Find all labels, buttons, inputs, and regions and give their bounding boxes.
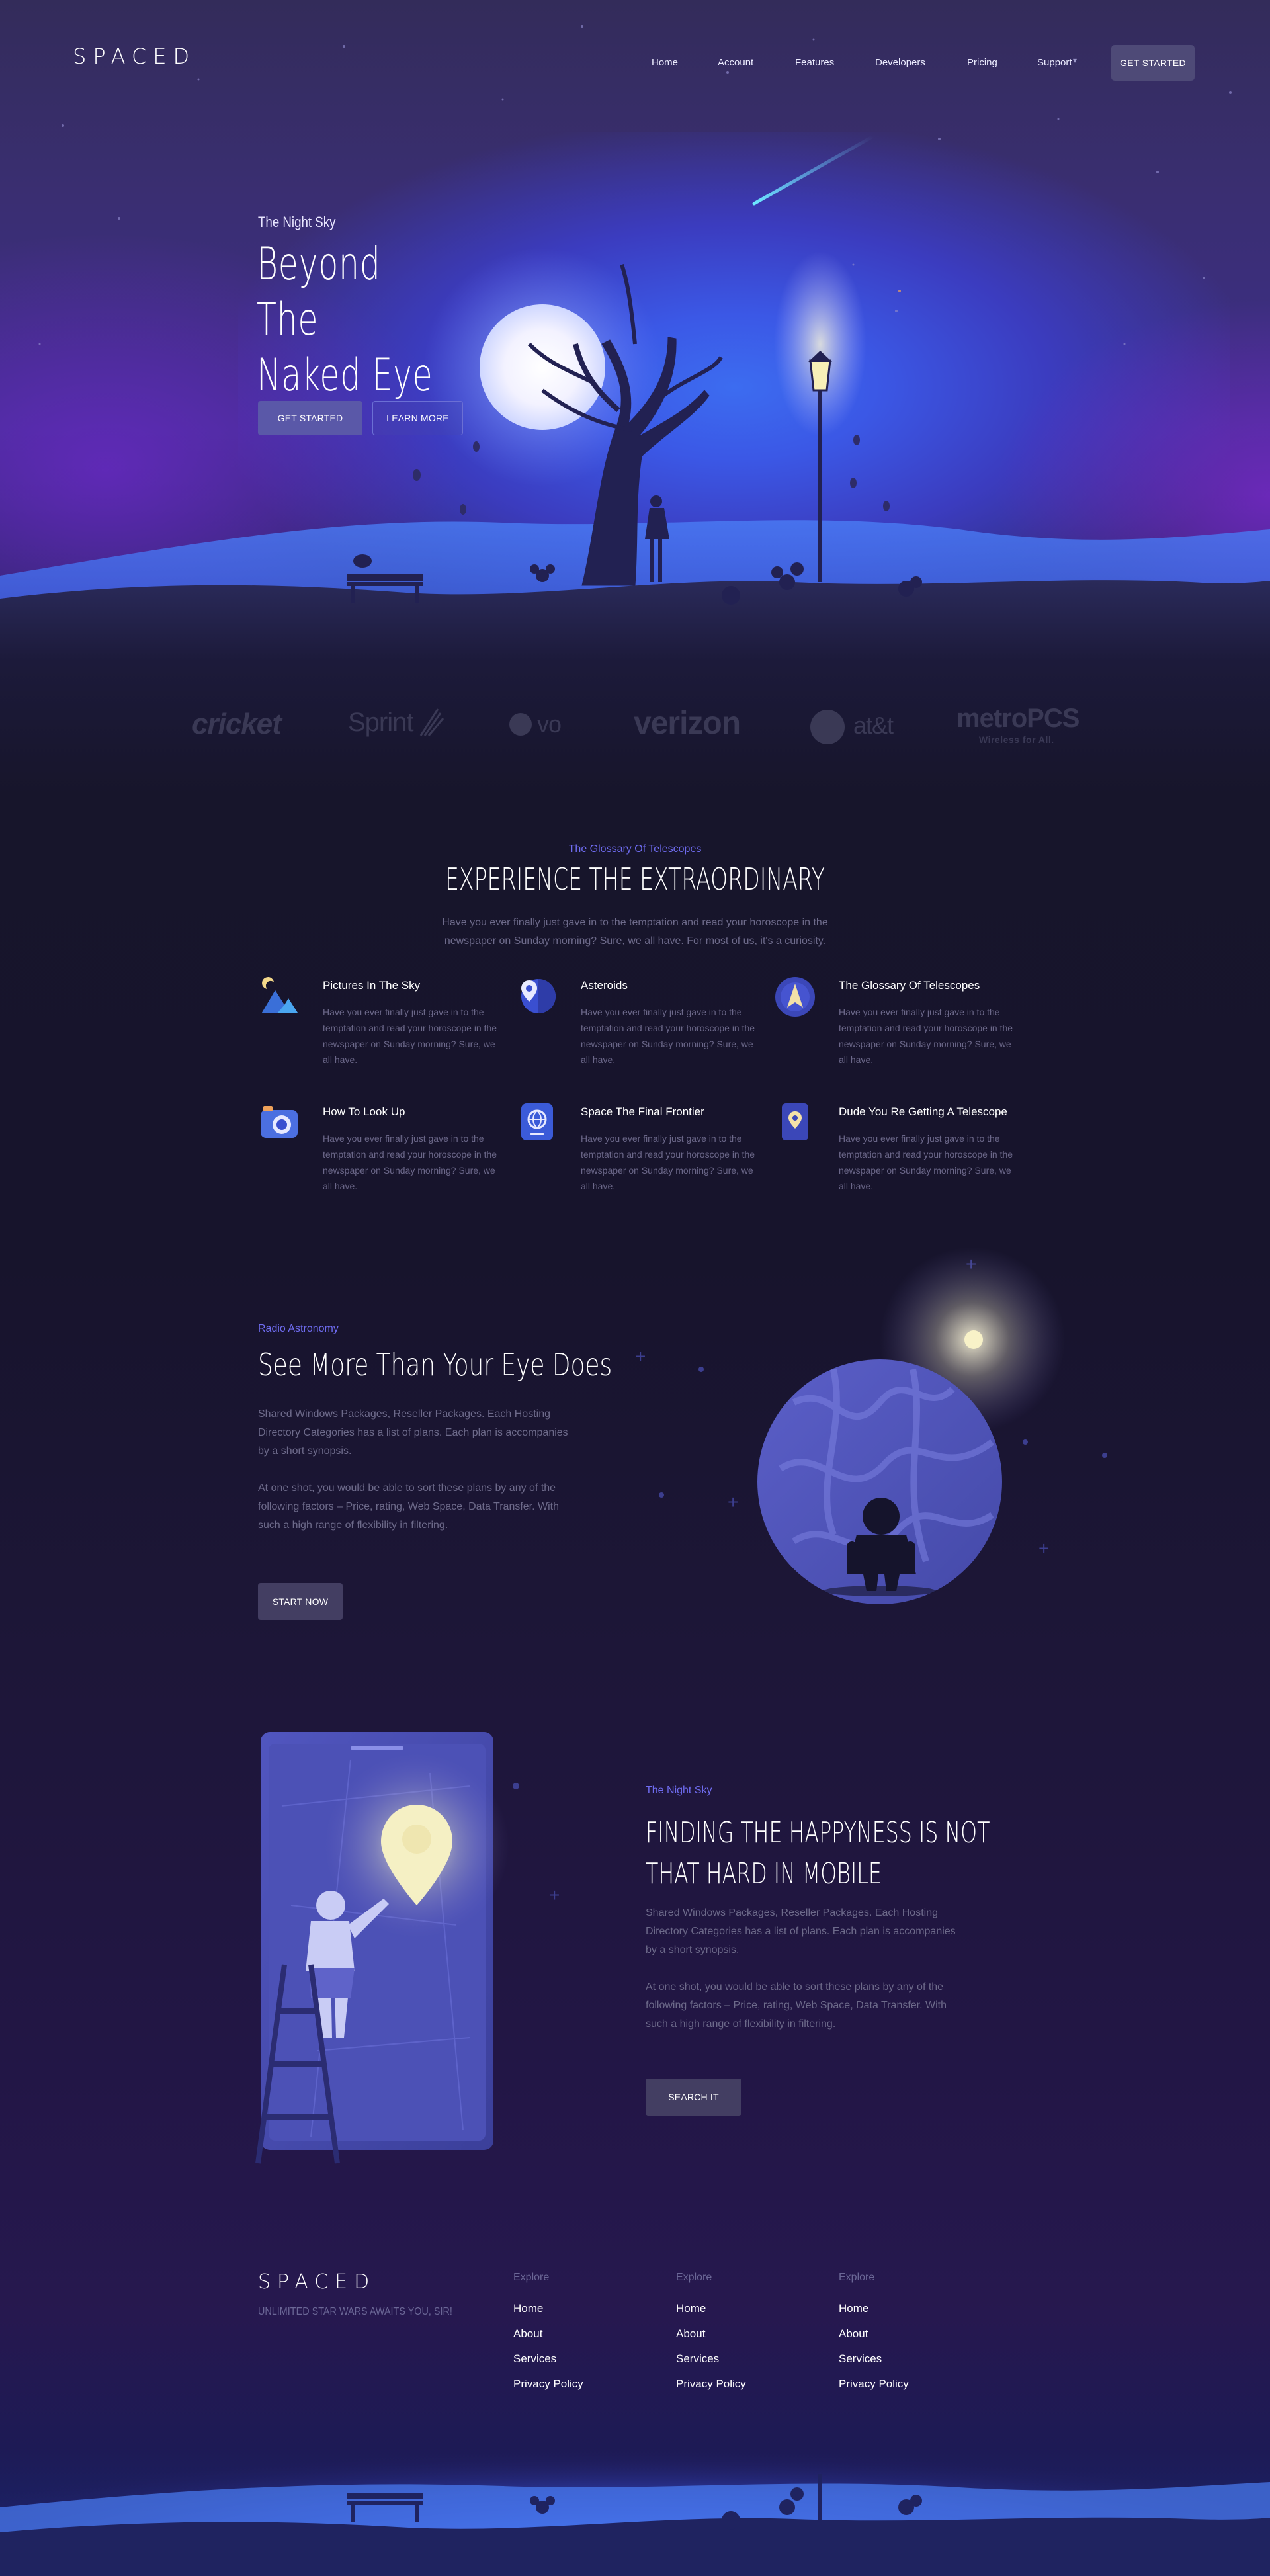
footer-col1-home[interactable]: Home (513, 2302, 543, 2315)
footer-col3-about[interactable]: About (839, 2327, 868, 2340)
hero-title-line1: Beyond The (257, 238, 381, 346)
map-pin-planet-icon (521, 979, 556, 1013)
mobile-phone-illustration: ++ + (255, 1732, 560, 2164)
footer-tagline: UNLIMITED STAR WARS AWAITS YOU, SIR! (258, 2306, 452, 2317)
mobile-title-line1: FINDING THE HAPPYNESS IS NOT (646, 1816, 990, 1850)
footer-col1-privacy[interactable]: Privacy Policy (513, 2378, 583, 2391)
feature-title-look-up: How To Look Up (323, 1105, 405, 1118)
feature-title-asteroids: Asteroids (581, 979, 628, 992)
footer-landscape (0, 2408, 1270, 2576)
footer-col3-home[interactable]: Home (839, 2302, 868, 2315)
footer-col3-heading: Explore (839, 2272, 875, 2283)
mountain-moon-icon (262, 977, 298, 1013)
hero-illustration (0, 25, 1270, 662)
nav-developers[interactable]: Developers (875, 57, 925, 68)
brand-logo[interactable]: SPACED (73, 44, 196, 69)
footer-logo[interactable]: SPACED (258, 2270, 376, 2294)
nav-pricing[interactable]: Pricing (967, 57, 997, 68)
search-it-button[interactable]: SEARCH IT (646, 2079, 741, 2116)
camera-icon (261, 1106, 298, 1138)
mobile-title-line2: THAT HARD IN MOBILE (646, 1857, 882, 1891)
footer-col2-about[interactable]: About (676, 2327, 705, 2340)
footer-col2-privacy[interactable]: Privacy Policy (676, 2378, 746, 2391)
chevron-down-icon[interactable]: ▾ (1073, 56, 1077, 65)
feature-title-pictures: Pictures In The Sky (323, 979, 421, 992)
footer-col2-services[interactable]: Services (676, 2352, 719, 2366)
radio-title: See More Than Your Eye Does (258, 1347, 613, 1383)
hero-get-started-button[interactable]: GET STARTED (258, 401, 362, 435)
radio-eyebrow: Radio Astronomy (258, 1323, 339, 1334)
partner-metropcs-tagline: Wireless for All. (979, 734, 1054, 745)
feature-text-look-up: Have you ever finally just gave in to th… (323, 1133, 497, 1191)
feature-title-frontier: Space The Final Frontier (581, 1105, 704, 1118)
footer-col3-services[interactable]: Services (839, 2352, 882, 2366)
radio-paragraph-2: At one shot, you would be able to sort t… (258, 1482, 560, 1531)
footer-col2-heading: Explore (676, 2272, 712, 2283)
partner-logo-verizon: verizon (634, 706, 741, 741)
radio-paragraph-1: Shared Windows Packages, Reseller Packag… (258, 1408, 568, 1457)
features-description: Have you ever finally just gave in to th… (442, 917, 828, 947)
feature-text-glossary: Have you ever finally just gave in to th… (839, 1007, 1013, 1065)
feature-text-asteroids: Have you ever finally just gave in to th… (581, 1007, 755, 1065)
feature-text-telescope: Have you ever finally just gave in to th… (839, 1133, 1013, 1191)
partner-circle-icon (509, 713, 532, 736)
map-phone-icon (782, 1103, 808, 1140)
partner-logo-metropcs: metroPCS (956, 704, 1080, 733)
nav-home[interactable]: Home (652, 57, 678, 68)
att-globe-icon (810, 710, 845, 744)
partner-logo-cricket: cricket (192, 708, 282, 740)
hero-title-line2: Naked Eye (257, 349, 433, 402)
feature-text-pictures: Have you ever finally just gave in to th… (323, 1007, 497, 1065)
compass-icon (775, 977, 815, 1017)
feature-title-telescope: Dude You Re Getting A Telescope (839, 1105, 1007, 1118)
footer-col1-heading: Explore (513, 2272, 550, 2283)
partner-logo-att: at&t (853, 712, 894, 739)
nav-account[interactable]: Account (718, 57, 753, 68)
mobile-paragraph-2: At one shot, you would be able to sort t… (646, 1981, 947, 2030)
hero-title: Beyond The Naked Eye (257, 237, 447, 404)
astronaut-planet-illustration: ++ ++ + (635, 1247, 1107, 1604)
nav-features[interactable]: Features (795, 57, 834, 68)
mobile-title: FINDING THE HAPPYNESS IS NOT THAT HARD I… (646, 1813, 990, 1895)
svg-text:+: + (549, 1885, 560, 1905)
partner-logo-sprint: Sprint (348, 708, 413, 737)
nav-get-started-button[interactable]: GET STARTED (1111, 45, 1195, 81)
globe-phone-icon (521, 1103, 553, 1140)
footer-col1-services[interactable]: Services (513, 2352, 556, 2366)
feature-text-frontier: Have you ever finally just gave in to th… (581, 1133, 755, 1191)
svg-text:+: + (635, 1346, 646, 1367)
footer-col3-privacy[interactable]: Privacy Policy (839, 2378, 909, 2391)
mobile-eyebrow: The Night Sky (646, 1785, 712, 1796)
sprint-swoosh-icon (419, 708, 444, 736)
nav-support[interactable]: Support (1037, 57, 1072, 68)
features-title: EXPERIENCE THE EXTRAORDINARY (444, 861, 826, 897)
hero-section: SPACED Home Account Features Developers … (0, 0, 1270, 662)
mobile-paragraph-1: Shared Windows Packages, Reseller Packag… (646, 1907, 956, 1955)
svg-text:+: + (728, 1492, 738, 1512)
feature-title-glossary: The Glossary Of Telescopes (839, 979, 980, 992)
footer-col1-about[interactable]: About (513, 2327, 542, 2340)
svg-text:+: + (1038, 1538, 1049, 1559)
hero-learn-more-button[interactable]: LEARN MORE (372, 401, 463, 435)
hero-eyebrow: The Night Sky (258, 214, 336, 230)
footer-col2-home[interactable]: Home (676, 2302, 706, 2315)
features-eyebrow: The Glossary Of Telescopes (568, 843, 702, 855)
start-now-button[interactable]: START NOW (258, 1583, 343, 1620)
partner-logo-vo: vo (537, 710, 562, 738)
